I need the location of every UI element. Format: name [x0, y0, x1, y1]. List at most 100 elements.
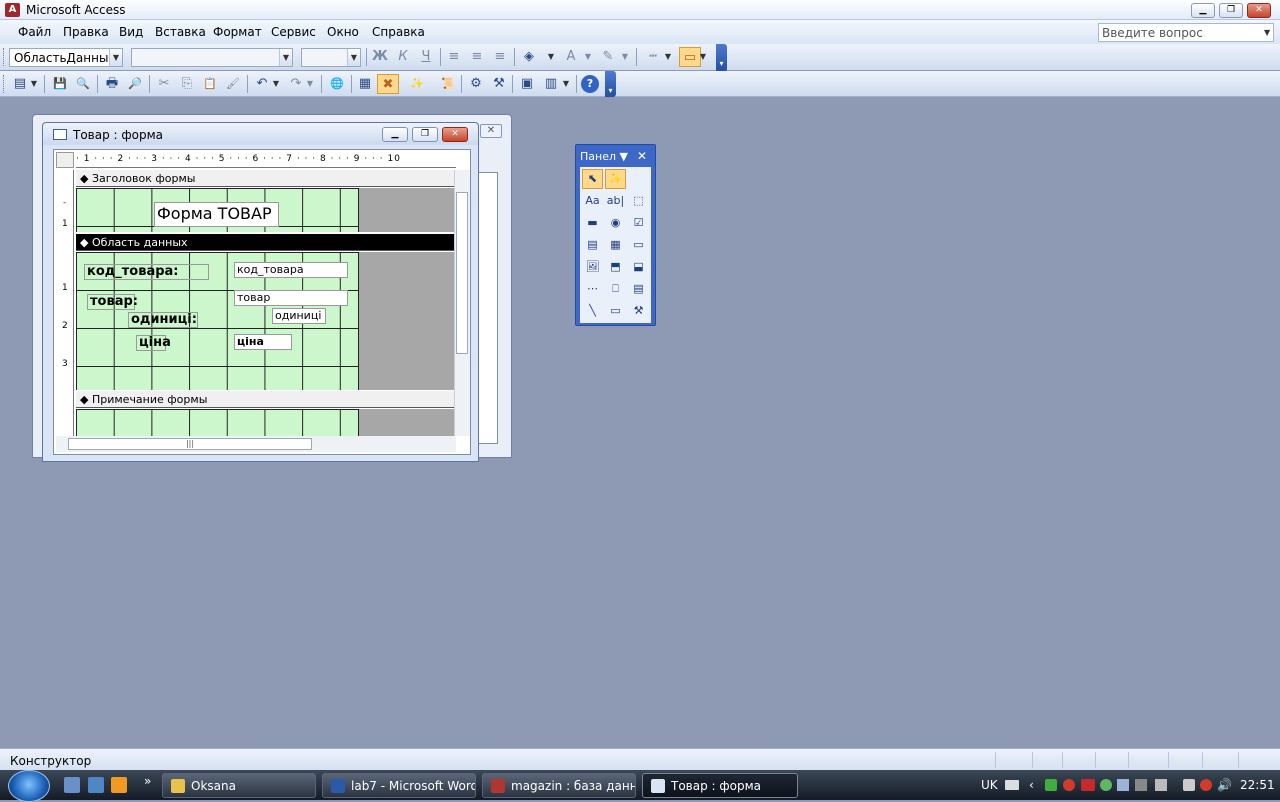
chevron-down-icon[interactable]: ▼	[304, 74, 316, 94]
horizontal-scroll-thumb[interactable]: |||	[68, 438, 312, 450]
italic-button[interactable]: К	[392, 47, 414, 67]
chevron-down-icon[interactable]: ▼	[279, 49, 292, 66]
tray-app-icon[interactable]	[1135, 779, 1147, 791]
form-close-button[interactable]: ✕	[442, 127, 468, 142]
bold-button[interactable]: Ж	[369, 47, 391, 67]
vertical-ruler[interactable]: - 1 1 2 3	[56, 170, 74, 436]
code-icon[interactable]: 📜	[437, 74, 459, 94]
chevron-left-icon[interactable]: ‹	[1029, 778, 1034, 792]
menu-tools[interactable]: Сервис	[271, 25, 316, 39]
minimize-button[interactable]: ▁	[1191, 3, 1215, 18]
file-search-icon[interactable]: 🔍	[72, 74, 94, 94]
tool-line-icon[interactable]: ╲	[582, 301, 603, 321]
taskbar-item-oksana[interactable]: Oksana	[162, 773, 316, 798]
chevron-down-icon[interactable]: ▼	[620, 150, 628, 163]
language-indicator[interactable]: UK	[981, 778, 998, 792]
taskbar-item-form[interactable]: Товар : форма	[642, 773, 798, 798]
fill-color-icon[interactable]: ◈	[518, 47, 540, 67]
format-painter-icon[interactable]: 🖌	[222, 74, 244, 94]
ati-icon[interactable]	[1081, 779, 1095, 791]
menu-edit[interactable]: Правка	[63, 25, 109, 39]
underline-button[interactable]: Ч	[415, 47, 437, 67]
chevron-down-icon[interactable]: ▼	[28, 74, 40, 94]
tray-app-icon[interactable]	[1155, 779, 1167, 791]
toolbar-options-icon[interactable]: ▾	[605, 71, 616, 97]
chevron-down-icon[interactable]: ▼	[577, 47, 599, 67]
tool-combo-box-icon[interactable]: ▤	[582, 235, 603, 255]
form-minimize-button[interactable]: ▁	[382, 127, 408, 142]
menu-window[interactable]: Окно	[327, 25, 359, 39]
chevron-down-icon[interactable]: ▼	[270, 74, 282, 94]
menu-format[interactable]: Формат	[213, 25, 262, 39]
form-design-window[interactable]: Товар : форма ▁ ❐ ✕ · 1 · · · 2 · · · 3 …	[42, 122, 479, 462]
object-combo[interactable]: ОбластьДанных ▼	[9, 48, 123, 67]
chevron-down-icon[interactable]: ▼	[347, 49, 360, 66]
align-right-icon[interactable]: ≡	[489, 47, 511, 67]
media-player-icon[interactable]	[111, 777, 127, 793]
menu-view[interactable]: Вид	[119, 25, 143, 39]
start-button[interactable]	[8, 770, 50, 802]
build-icon[interactable]: ⚒	[488, 74, 510, 94]
tray-app-icon[interactable]	[1045, 779, 1057, 791]
menu-file[interactable]: Файл	[18, 25, 51, 39]
warning-icon[interactable]	[1200, 779, 1212, 791]
chevron-down-icon[interactable]: ▼	[1264, 28, 1270, 37]
field-tovar[interactable]: товар	[234, 290, 348, 306]
tool-toggle-button-icon[interactable]: ▬	[582, 213, 603, 233]
tool-check-box-icon[interactable]: ☑	[628, 213, 649, 233]
tool-more-controls-icon[interactable]: ⚒	[628, 301, 649, 321]
tool-rectangle-icon[interactable]: ▭	[605, 301, 626, 321]
help-icon[interactable]: ?	[581, 75, 599, 93]
save-icon[interactable]: 💾	[49, 74, 71, 94]
tool-tab-control-icon[interactable]: ⎕	[605, 279, 626, 299]
tool-page-break-icon[interactable]: ⋯	[582, 279, 603, 299]
field-odinici[interactable]: одиниці	[272, 308, 326, 324]
clock[interactable]: 22:51	[1240, 778, 1275, 792]
database-window-icon[interactable]: ▣	[516, 74, 538, 94]
tool-command-button-icon[interactable]: ▭	[628, 235, 649, 255]
autoformat-icon[interactable]: ✨	[406, 74, 428, 94]
chevron-down-icon[interactable]: ▼	[657, 47, 679, 67]
tool-unbound-object-frame-icon[interactable]: ⬒	[605, 257, 626, 277]
battery-icon[interactable]	[1183, 779, 1195, 791]
font-name-combo[interactable]: ▼	[131, 48, 293, 67]
field-kod-tovara[interactable]: код_товара	[234, 262, 348, 278]
help-search-input[interactable]: Введите вопрос	[1098, 23, 1274, 42]
switch-windows-icon[interactable]	[88, 777, 104, 793]
tool-label-icon[interactable]: Aa	[582, 191, 603, 211]
tool-option-group-icon[interactable]: ⬚	[628, 191, 649, 211]
print-preview-icon[interactable]: 🔎	[124, 74, 146, 94]
menu-insert[interactable]: Вставка	[155, 25, 206, 39]
access-app-icon[interactable]: A	[5, 3, 20, 17]
taskbar-item-database[interactable]: magazin : база данн...	[482, 773, 636, 798]
font-size-combo[interactable]: ▼	[301, 48, 361, 67]
properties-icon[interactable]: ⚙	[465, 74, 487, 94]
close-icon[interactable]: ✕	[637, 149, 647, 163]
paste-icon[interactable]: 📋	[199, 74, 221, 94]
tool-text-box-icon[interactable]: ab|	[605, 191, 626, 211]
new-object-icon[interactable]: ▥	[540, 74, 562, 94]
toolbox-icon[interactable]: ✖	[377, 74, 399, 94]
form-footer-grid[interactable]	[76, 409, 359, 436]
field-cina[interactable]: ціна	[234, 334, 292, 350]
show-desktop-icon[interactable]	[64, 777, 80, 793]
tool-select-objects-icon[interactable]: ⬉	[582, 169, 603, 189]
form-restore-button[interactable]: ❐	[412, 127, 438, 142]
restore-button[interactable]: ❐	[1219, 3, 1243, 18]
horizontal-ruler[interactable]: · 1 · · · 2 · · · 3 · · · 4 · · · 5 · · …	[76, 152, 456, 168]
quick-launch-more-icon[interactable]: »	[144, 774, 151, 788]
close-icon[interactable]: ✕	[480, 124, 502, 138]
tray-app-icon[interactable]	[1117, 779, 1129, 791]
chevron-down-icon[interactable]: ▼	[614, 47, 636, 67]
form-title-bar[interactable]: Товар : форма ▁ ❐ ✕	[43, 123, 478, 145]
toolbar-grip[interactable]	[3, 75, 6, 93]
tool-bound-object-frame-icon[interactable]: ⬓	[628, 257, 649, 277]
toolbox-title[interactable]: Панел ▼	[580, 150, 628, 163]
toolbar-grip[interactable]	[3, 48, 6, 66]
taskbar-item-word[interactable]: lab7 - Microsoft Word	[322, 773, 476, 798]
toolbar-options-icon[interactable]: ▾	[716, 44, 727, 72]
chevron-down-icon[interactable]: ▼	[560, 74, 572, 94]
chevron-down-icon[interactable]: ▼	[540, 47, 562, 67]
chevron-down-icon[interactable]: ▼	[698, 47, 708, 67]
tool-list-box-icon[interactable]: ▦	[605, 235, 626, 255]
